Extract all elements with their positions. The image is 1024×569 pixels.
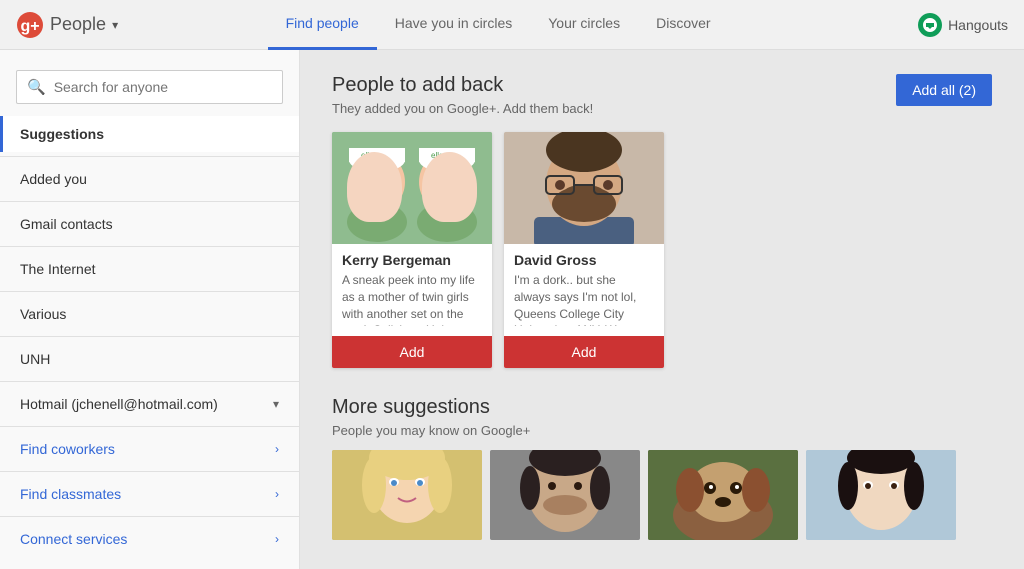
search-box[interactable]: 🔍 — [16, 70, 283, 104]
sidebar-item-unh[interactable]: UNH — [0, 341, 299, 377]
sidebar-divider-1 — [0, 156, 299, 157]
svg-text:ellen: ellen — [361, 151, 378, 160]
david-card-body: David Gross I'm a dork.. but she always … — [504, 244, 664, 334]
sidebar-divider-5 — [0, 336, 299, 337]
tab-discover[interactable]: Discover — [638, 0, 728, 50]
sidebar: 🔍 Suggestions Added you Gmail contacts T… — [0, 50, 300, 569]
more-suggestions-subtitle: People you may know on Google+ — [332, 423, 992, 438]
david-photo — [504, 132, 664, 244]
add-back-section-header: People to add back They added you on Goo… — [332, 74, 992, 116]
hangouts-icon — [918, 13, 942, 37]
sidebar-item-suggestions[interactable]: Suggestions — [0, 116, 299, 152]
sidebar-find-classmates[interactable]: Find classmates › — [0, 476, 299, 512]
hangouts-label: Hangouts — [948, 17, 1008, 33]
search-input[interactable] — [54, 79, 272, 95]
main-content: People to add back They added you on Goo… — [300, 50, 1024, 569]
kerry-add-button[interactable]: Add — [332, 336, 492, 368]
sidebar-divider-2 — [0, 201, 299, 202]
sidebar-item-hotmail[interactable]: Hotmail (jchenell@hotmail.com) ▾ — [0, 386, 299, 422]
add-back-title-area: People to add back They added you on Goo… — [332, 74, 593, 116]
sidebar-divider-8 — [0, 471, 299, 472]
svg-text:g+: g+ — [20, 18, 39, 35]
people-cards-row: ellen ellen Kerry Bergeman A sneak peek … — [332, 132, 992, 368]
david-name: David Gross — [514, 252, 654, 268]
sidebar-divider-3 — [0, 246, 299, 247]
search-container: 🔍 — [0, 62, 299, 116]
sidebar-classmates-label: Find classmates — [20, 486, 121, 502]
chevron-down-icon: ▾ — [112, 18, 118, 32]
more-suggestions-section: More suggestions People you may know on … — [332, 396, 992, 540]
google-plus-icon: g+ — [16, 11, 44, 39]
kerry-card-body: Kerry Bergeman A sneak peek into my life… — [332, 244, 492, 334]
sidebar-coworkers-label: Find coworkers — [20, 441, 115, 457]
sidebar-divider-4 — [0, 291, 299, 292]
more-card-1 — [332, 450, 482, 540]
more-card-2 — [490, 450, 640, 540]
tab-have-you-in-circles[interactable]: Have you in circles — [377, 0, 531, 50]
search-icon: 🔍 — [27, 78, 46, 96]
person-card-kerry: ellen ellen Kerry Bergeman A sneak peek … — [332, 132, 492, 368]
more-suggestions-title: More suggestions — [332, 396, 992, 419]
chevron-right-icon-3: › — [275, 532, 279, 546]
more-card-3 — [648, 450, 798, 540]
sidebar-item-the-internet[interactable]: The Internet — [0, 251, 299, 287]
add-back-title: People to add back — [332, 74, 593, 97]
sidebar-item-added-you[interactable]: Added you — [0, 161, 299, 197]
sidebar-find-coworkers[interactable]: Find coworkers › — [0, 431, 299, 467]
kerry-desc: A sneak peek into my life as a mother of… — [342, 272, 482, 326]
sidebar-item-gmail-contacts[interactable]: Gmail contacts — [0, 206, 299, 242]
sidebar-divider-7 — [0, 426, 299, 427]
chevron-right-icon-1: › — [275, 442, 279, 456]
sidebar-internet-label: The Internet — [20, 261, 96, 277]
nav-tabs: Find people Have you in circles Your cir… — [268, 0, 729, 50]
sidebar-unh-label: UNH — [20, 351, 50, 367]
sidebar-added-you-label: Added you — [20, 171, 87, 187]
more-cards-row — [332, 450, 992, 540]
hotmail-chevron-icon: ▾ — [273, 397, 279, 411]
kerry-photo: ellen ellen — [332, 132, 492, 244]
chevron-right-icon-2: › — [275, 487, 279, 501]
kerry-name: Kerry Bergeman — [342, 252, 482, 268]
sidebar-connect-label: Connect services — [20, 531, 127, 547]
add-all-button[interactable]: Add all (2) — [896, 74, 992, 106]
david-add-button[interactable]: Add — [504, 336, 664, 368]
david-desc: I'm a dork.. but she always says I'm not… — [514, 272, 654, 326]
sidebar-gmail-label: Gmail contacts — [20, 216, 113, 232]
sidebar-item-various[interactable]: Various — [0, 296, 299, 332]
main-layout: 🔍 Suggestions Added you Gmail contacts T… — [0, 50, 1024, 569]
person-card-david: David Gross I'm a dork.. but she always … — [504, 132, 664, 368]
sidebar-divider-6 — [0, 381, 299, 382]
sidebar-connect-services[interactable]: Connect services › — [0, 521, 299, 557]
more-card-4 — [806, 450, 956, 540]
tab-find-people[interactable]: Find people — [268, 0, 377, 50]
tab-your-circles[interactable]: Your circles — [530, 0, 638, 50]
top-nav-right: Hangouts — [918, 13, 1008, 37]
sidebar-divider-9 — [0, 516, 299, 517]
sidebar-various-label: Various — [20, 306, 66, 322]
sidebar-suggestions-label: Suggestions — [20, 126, 104, 142]
app-logo-area[interactable]: g+ People ▾ — [16, 11, 118, 39]
hangouts-button[interactable]: Hangouts — [918, 13, 1008, 37]
top-nav: g+ People ▾ Find people Have you in circ… — [0, 0, 1024, 50]
svg-text:ellen: ellen — [431, 151, 448, 160]
add-back-subtitle: They added you on Google+. Add them back… — [332, 101, 593, 116]
app-title: People — [50, 14, 106, 35]
kerry-photo-visual: ellen ellen — [332, 132, 492, 244]
sidebar-hotmail-label: Hotmail (jchenell@hotmail.com) — [20, 396, 218, 412]
